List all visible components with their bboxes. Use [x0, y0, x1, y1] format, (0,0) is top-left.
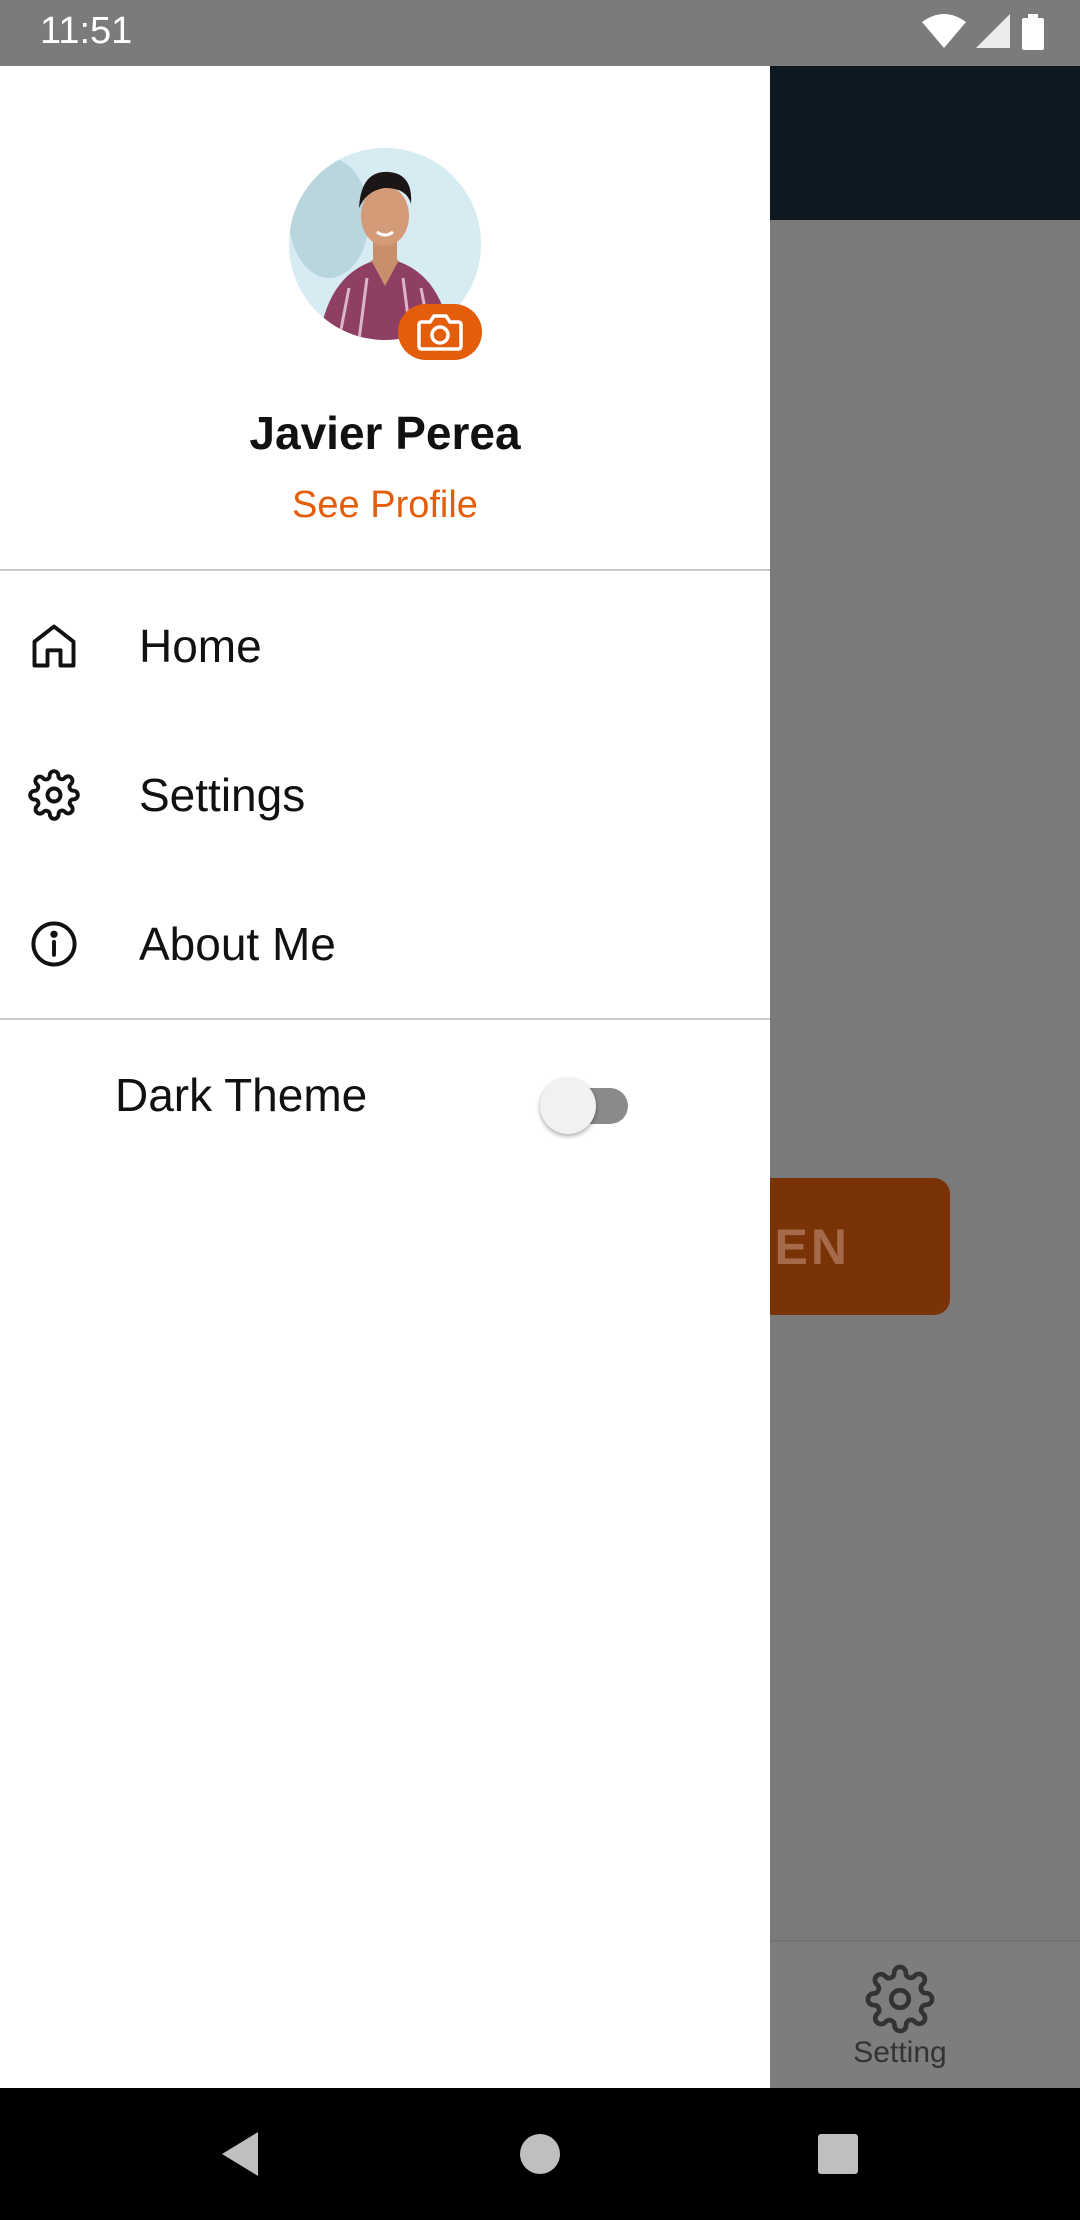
menu-item-label: About Me	[139, 917, 336, 970]
navigation-drawer: Javier Perea See Profile Home Settings A…	[0, 66, 770, 2088]
recents-button[interactable]	[772, 2088, 904, 2220]
profile-header: Javier Perea See Profile	[0, 66, 770, 571]
menu-item-settings[interactable]: Settings	[0, 720, 770, 869]
home-button[interactable]	[474, 2088, 606, 2220]
dark-theme-label: Dark Theme	[115, 1069, 368, 1121]
change-photo-button[interactable]	[398, 304, 482, 360]
profile-name: Javier Perea	[249, 407, 521, 459]
dark-theme-toggle[interactable]	[540, 1070, 630, 1134]
wifi-icon	[922, 14, 966, 48]
home-icon	[32, 624, 76, 667]
battery-icon	[1022, 14, 1044, 50]
info-icon	[31, 920, 77, 967]
recents-icon	[818, 2134, 858, 2174]
camera-icon	[417, 314, 463, 351]
see-profile-link[interactable]: See Profile	[0, 484, 770, 527]
drawer-menu: Home Settings About Me	[0, 571, 770, 1020]
menu-item-label: Home	[139, 619, 262, 672]
bottom-nav-setting: Setting	[840, 1964, 960, 2070]
back-icon	[222, 2132, 258, 2176]
status-time: 11:51	[40, 10, 133, 52]
status-icons	[922, 14, 1044, 50]
bottom-nav-setting-label: Setting	[853, 2036, 947, 2069]
gear-icon	[865, 1964, 935, 2034]
system-nav-bar	[0, 2088, 1080, 2220]
gear-icon	[28, 768, 80, 821]
signal-icon	[976, 14, 1010, 48]
dark-theme-row: Dark Theme	[0, 1020, 770, 1180]
home-circle-icon	[520, 2134, 560, 2174]
menu-item-about-me[interactable]: About Me	[0, 869, 770, 1018]
menu-item-label: Settings	[139, 768, 306, 821]
toggle-thumb	[540, 1078, 596, 1134]
back-button[interactable]	[174, 2088, 306, 2220]
menu-item-home[interactable]: Home	[0, 571, 770, 720]
status-bar: 11:51	[0, 0, 1080, 66]
